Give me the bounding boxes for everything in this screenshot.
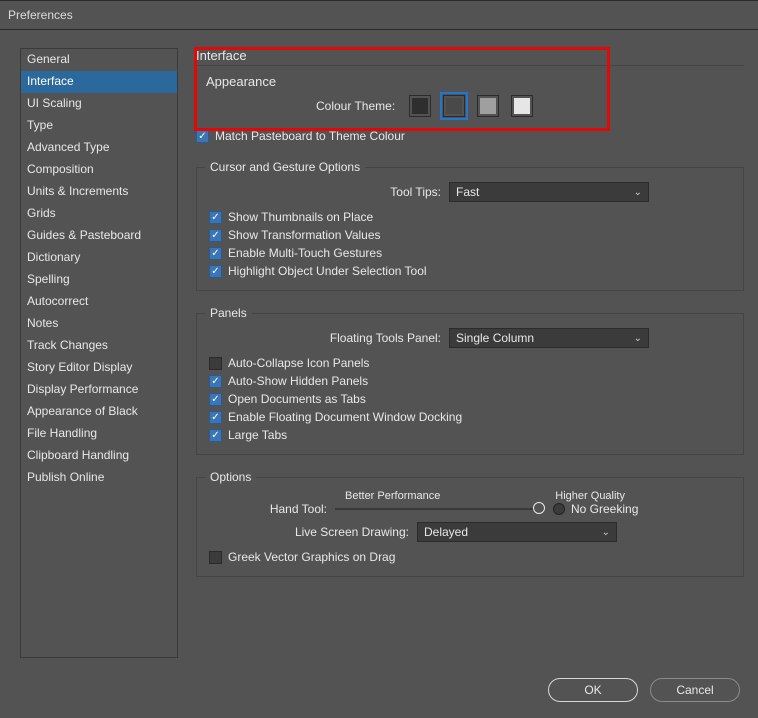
panel-check-row-4: ✓ Large Tabs xyxy=(209,426,731,444)
ok-button[interactable]: OK xyxy=(548,678,638,702)
no-greeking-label: No Greeking xyxy=(571,502,638,516)
panel-check-row-0: Auto-Collapse Icon Panels xyxy=(209,354,731,372)
sidebar-item-ui-scaling[interactable]: UI Scaling xyxy=(21,93,177,115)
tooltips-label: Tool Tips: xyxy=(209,185,441,199)
cursor-legend: Cursor and Gesture Options xyxy=(205,160,365,174)
cursor-check-label-2: Enable Multi-Touch Gestures xyxy=(228,246,382,260)
panel-check-label-2: Open Documents as Tabs xyxy=(228,392,366,406)
floating-select[interactable]: Single Column ⌄ xyxy=(449,328,649,348)
colour-theme-swatch-2[interactable] xyxy=(477,95,499,117)
titlebar: Preferences xyxy=(0,0,758,30)
sidebar-item-notes[interactable]: Notes xyxy=(21,313,177,335)
sidebar-item-spelling[interactable]: Spelling xyxy=(21,269,177,291)
hand-tool-label: Hand Tool: xyxy=(209,502,327,516)
panel-check-row-2: ✓ Open Documents as Tabs xyxy=(209,390,731,408)
sidebar-item-general[interactable]: General xyxy=(21,49,177,71)
panels-group: Panels Floating Tools Panel: Single Colu… xyxy=(196,313,744,455)
greek-vector-checkbox[interactable] xyxy=(209,551,222,564)
interface-heading: Interface xyxy=(196,48,744,65)
panel-check-label-4: Large Tabs xyxy=(228,428,287,442)
match-pasteboard-label: Match Pasteboard to Theme Colour xyxy=(215,129,405,143)
cursor-check-row-0: ✓ Show Thumbnails on Place xyxy=(209,208,731,226)
live-screen-label: Live Screen Drawing: xyxy=(209,525,409,539)
interface-section: Interface Appearance Colour Theme: ✓ Mat… xyxy=(196,48,744,145)
preferences-window: Preferences GeneralInterfaceUI ScalingTy… xyxy=(0,0,758,718)
sidebar-item-file-handling[interactable]: File Handling xyxy=(21,423,177,445)
panel-check-checkbox-2[interactable]: ✓ xyxy=(209,393,222,406)
sidebar-item-interface[interactable]: Interface xyxy=(21,71,177,93)
sidebar-item-type[interactable]: Type xyxy=(21,115,177,137)
cursor-check-label-0: Show Thumbnails on Place xyxy=(228,210,373,224)
main-panel: Interface Appearance Colour Theme: ✓ Mat… xyxy=(196,48,744,658)
appearance-heading: Appearance xyxy=(196,72,744,93)
category-sidebar: GeneralInterfaceUI ScalingTypeAdvanced T… xyxy=(20,48,178,658)
panels-legend: Panels xyxy=(205,306,252,320)
higher-quality-label: Higher Quality xyxy=(555,490,625,502)
live-screen-value: Delayed xyxy=(424,525,468,539)
cursor-check-checkbox-1[interactable]: ✓ xyxy=(209,229,222,242)
sidebar-item-units-increments[interactable]: Units & Increments xyxy=(21,181,177,203)
colour-theme-swatch-0[interactable] xyxy=(409,95,431,117)
chevron-down-icon: ⌄ xyxy=(634,187,642,198)
sidebar-item-appearance-of-black[interactable]: Appearance of Black xyxy=(21,401,177,423)
panel-check-row-3: ✓ Enable Floating Document Window Docking xyxy=(209,408,731,426)
hand-tool-slider[interactable] xyxy=(335,502,545,516)
colour-theme-swatch-3[interactable] xyxy=(511,95,533,117)
cursor-check-row-3: ✓ Highlight Object Under Selection Tool xyxy=(209,262,731,280)
panel-check-label-1: Auto-Show Hidden Panels xyxy=(228,374,368,388)
sidebar-item-story-editor-display[interactable]: Story Editor Display xyxy=(21,357,177,379)
floating-label: Floating Tools Panel: xyxy=(209,331,441,345)
sidebar-item-advanced-type[interactable]: Advanced Type xyxy=(21,137,177,159)
live-screen-select[interactable]: Delayed ⌄ xyxy=(417,522,617,542)
options-legend: Options xyxy=(205,470,256,484)
panel-check-checkbox-4[interactable]: ✓ xyxy=(209,429,222,442)
colour-theme-swatch-1[interactable] xyxy=(443,95,465,117)
cursor-check-checkbox-3[interactable]: ✓ xyxy=(209,265,222,278)
cursor-group: Cursor and Gesture Options Tool Tips: Fa… xyxy=(196,167,744,291)
cursor-check-checkbox-0[interactable]: ✓ xyxy=(209,211,222,224)
sidebar-item-grids[interactable]: Grids xyxy=(21,203,177,225)
sidebar-item-display-performance[interactable]: Display Performance xyxy=(21,379,177,401)
sidebar-item-publish-online[interactable]: Publish Online xyxy=(21,467,177,489)
match-pasteboard-checkbox[interactable]: ✓ xyxy=(196,130,209,143)
cancel-button[interactable]: Cancel xyxy=(650,678,740,702)
panel-check-label-0: Auto-Collapse Icon Panels xyxy=(228,356,369,370)
panel-check-checkbox-1[interactable]: ✓ xyxy=(209,375,222,388)
cursor-check-row-2: ✓ Enable Multi-Touch Gestures xyxy=(209,244,731,262)
panel-check-checkbox-3[interactable]: ✓ xyxy=(209,411,222,424)
panel-check-checkbox-0[interactable] xyxy=(209,357,222,370)
chevron-down-icon: ⌄ xyxy=(634,333,642,344)
greek-vector-label: Greek Vector Graphics on Drag xyxy=(228,550,395,564)
better-performance-label: Better Performance xyxy=(345,490,440,502)
colour-theme-swatches xyxy=(409,95,533,117)
no-greeking-radio[interactable] xyxy=(553,503,565,515)
sidebar-item-composition[interactable]: Composition xyxy=(21,159,177,181)
tooltips-select[interactable]: Fast ⌄ xyxy=(449,182,649,202)
sidebar-item-clipboard-handling[interactable]: Clipboard Handling xyxy=(21,445,177,467)
options-group: Options Better Performance Higher Qualit… xyxy=(196,477,744,577)
chevron-down-icon: ⌄ xyxy=(602,527,610,538)
sidebar-item-track-changes[interactable]: Track Changes xyxy=(21,335,177,357)
tooltips-value: Fast xyxy=(456,185,479,199)
colour-theme-label: Colour Theme: xyxy=(316,99,395,113)
match-pasteboard-row: ✓ Match Pasteboard to Theme Colour xyxy=(196,127,744,145)
sidebar-item-dictionary[interactable]: Dictionary xyxy=(21,247,177,269)
sidebar-item-autocorrect[interactable]: Autocorrect xyxy=(21,291,177,313)
window-title: Preferences xyxy=(8,8,73,22)
cursor-check-checkbox-2[interactable]: ✓ xyxy=(209,247,222,260)
cursor-check-label-1: Show Transformation Values xyxy=(228,228,381,242)
panel-check-label-3: Enable Floating Document Window Docking xyxy=(228,410,462,424)
cursor-check-label-3: Highlight Object Under Selection Tool xyxy=(228,264,427,278)
cursor-check-row-1: ✓ Show Transformation Values xyxy=(209,226,731,244)
floating-value: Single Column xyxy=(456,331,534,345)
panel-check-row-1: ✓ Auto-Show Hidden Panels xyxy=(209,372,731,390)
sidebar-item-guides-pasteboard[interactable]: Guides & Pasteboard xyxy=(21,225,177,247)
